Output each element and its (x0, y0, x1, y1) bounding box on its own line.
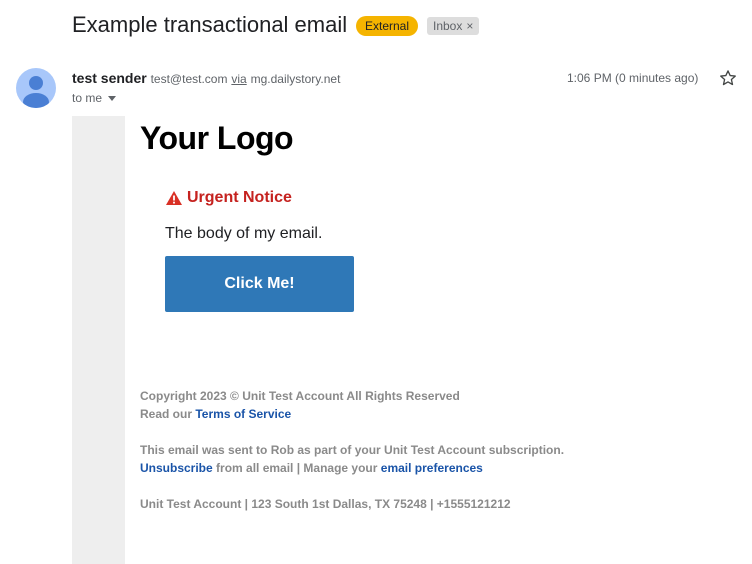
sender-name[interactable]: test sender (72, 70, 147, 86)
sender-line: test sender test@test.com via mg.dailyst… (72, 70, 340, 86)
timestamp: 1:06 PM (0 minutes ago) (567, 71, 699, 85)
avatar-silhouette (23, 76, 49, 108)
click-me-button[interactable]: Click Me! (165, 256, 354, 312)
remove-label-icon[interactable]: × (466, 19, 473, 33)
footer-unsubscribe-rest: from all email | Manage your (216, 461, 378, 475)
urgent-notice-text: Urgent Notice (187, 189, 292, 206)
external-badge: External (356, 16, 419, 36)
terms-of-service-link[interactable]: Terms of Service (195, 407, 291, 421)
email-body-text: The body of my email. (165, 225, 323, 242)
footer-sent-to: This email was sent to Rob as part of yo… (140, 443, 565, 457)
email-preferences-link[interactable]: email preferences (381, 461, 483, 475)
sender-email: test@test.com (150, 72, 228, 86)
inbox-label-text: Inbox (433, 19, 463, 33)
unsubscribe-link[interactable]: Unsubscribe (140, 461, 213, 475)
warning-icon (166, 191, 182, 205)
via-link[interactable]: via (231, 72, 246, 86)
star-icon[interactable] (718, 68, 738, 88)
footer-tos-line: Read our Terms of Service (140, 407, 291, 421)
inbox-label-chip[interactable]: Inbox × (427, 17, 480, 35)
recipient-label: to me (72, 91, 103, 105)
chevron-down-icon (108, 96, 117, 102)
via-domain: mg.dailystory.net (250, 72, 341, 86)
recipient-toggle[interactable]: to me (72, 91, 117, 105)
footer-read-our: Read our (140, 407, 193, 421)
email-logo: Your Logo (140, 120, 294, 156)
urgent-notice-heading: Urgent Notice (165, 189, 292, 207)
footer-address: Unit Test Account | 123 South 1st Dallas… (140, 497, 511, 511)
footer-unsubscribe-line: Unsubscribe from all email | Manage your… (140, 461, 483, 475)
footer-copyright: Copyright 2023 © Unit Test Account All R… (140, 389, 460, 403)
email-left-gutter (72, 116, 125, 564)
person-avatar-icon[interactable] (16, 68, 56, 108)
email-subject: Example transactional email (72, 12, 348, 37)
